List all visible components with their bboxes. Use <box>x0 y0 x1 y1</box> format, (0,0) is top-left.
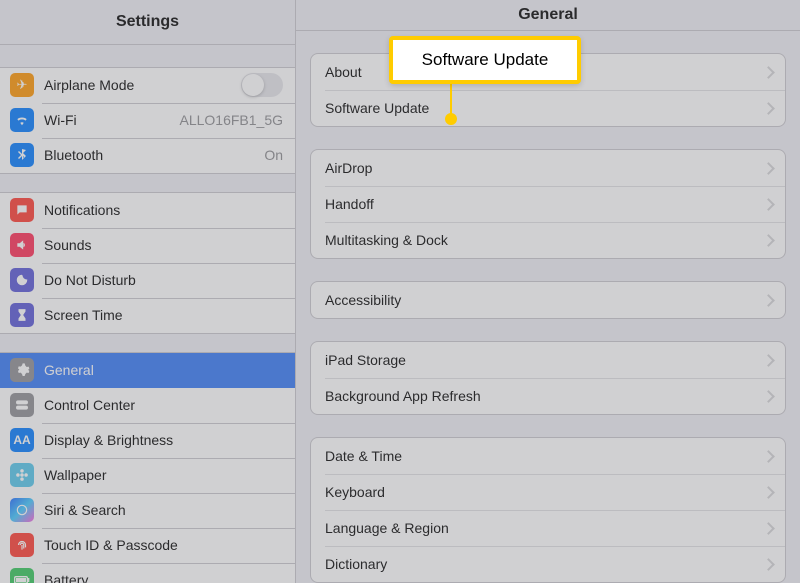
display-icon: AA <box>10 428 34 452</box>
sidebar-group-connectivity: ✈︎ Airplane Mode Wi-Fi ALLO16FB1_5G Blue… <box>0 67 295 174</box>
item-label: iPad Storage <box>325 352 765 368</box>
item-label: Keyboard <box>325 484 765 500</box>
sidebar-item-label: Airplane Mode <box>44 77 241 93</box>
sidebar-group-notifications: Notifications Sounds Do Not Disturb Scre… <box>0 192 295 334</box>
general-item-accessibility[interactable]: Accessibility <box>311 282 785 318</box>
bluetooth-icon <box>10 143 34 167</box>
sidebar-title: Settings <box>0 0 295 45</box>
general-item-keyboard[interactable]: Keyboard <box>311 474 785 510</box>
general-item-multitasking[interactable]: Multitasking & Dock <box>311 222 785 258</box>
sidebar-item-screentime[interactable]: Screen Time <box>0 298 295 333</box>
item-label: Handoff <box>325 196 765 212</box>
item-label: Background App Refresh <box>325 388 765 404</box>
sidebar-item-label: Do Not Disturb <box>44 272 283 288</box>
general-group-storage: iPad Storage Background App Refresh <box>310 341 786 415</box>
sidebar-item-label: Control Center <box>44 397 283 413</box>
hourglass-icon <box>10 303 34 327</box>
main-title: General <box>296 0 800 31</box>
general-group-airdrop: AirDrop Handoff Multitasking & Dock <box>310 149 786 259</box>
chevron-right-icon <box>765 522 773 534</box>
moon-icon <box>10 268 34 292</box>
sidebar-item-label: Touch ID & Passcode <box>44 537 283 553</box>
sidebar-item-label: Notifications <box>44 202 283 218</box>
sidebar-item-label: Sounds <box>44 237 283 253</box>
item-label: Accessibility <box>325 292 765 308</box>
item-label: Date & Time <box>325 448 765 464</box>
sidebar-item-airplane[interactable]: ✈︎ Airplane Mode <box>0 68 295 103</box>
chevron-right-icon <box>765 66 773 78</box>
gear-icon <box>10 358 34 382</box>
sidebar-item-battery[interactable]: Battery <box>0 563 295 583</box>
sidebar-item-label: Display & Brightness <box>44 432 283 448</box>
chevron-right-icon <box>765 450 773 462</box>
chevron-right-icon <box>765 294 773 306</box>
sidebar-item-display[interactable]: AA Display & Brightness <box>0 423 295 458</box>
wifi-detail: ALLO16FB1_5G <box>179 112 283 128</box>
chevron-right-icon <box>765 162 773 174</box>
general-item-dictionary[interactable]: Dictionary <box>311 546 785 582</box>
sidebar-item-siri[interactable]: Siri & Search <box>0 493 295 528</box>
chevron-right-icon <box>765 486 773 498</box>
general-item-storage[interactable]: iPad Storage <box>311 342 785 378</box>
main-content: About Software Update AirDrop Handoff <box>296 31 800 583</box>
general-item-software-update[interactable]: Software Update <box>311 90 785 126</box>
chevron-right-icon <box>765 198 773 210</box>
sidebar-item-touchid[interactable]: Touch ID & Passcode <box>0 528 295 563</box>
sidebar-item-label: Bluetooth <box>44 147 258 163</box>
sidebar-item-sounds[interactable]: Sounds <box>0 228 295 263</box>
airplane-icon: ✈︎ <box>10 73 34 97</box>
bluetooth-detail: On <box>264 147 283 163</box>
chevron-right-icon <box>765 390 773 402</box>
item-label: Dictionary <box>325 556 765 572</box>
siri-icon <box>10 498 34 522</box>
sidebar-item-label: General <box>44 362 283 378</box>
sidebar-item-control-center[interactable]: Control Center <box>0 388 295 423</box>
sidebar-item-bluetooth[interactable]: Bluetooth On <box>0 138 295 173</box>
chevron-right-icon <box>765 558 773 570</box>
flower-icon <box>10 463 34 487</box>
callout-label: Software Update <box>422 50 549 70</box>
item-label: Multitasking & Dock <box>325 232 765 248</box>
general-item-langregion[interactable]: Language & Region <box>311 510 785 546</box>
main-panel: General About Software Update AirDrop <box>296 0 800 583</box>
callout-target-dot <box>445 113 457 125</box>
sidebar-item-label: Siri & Search <box>44 502 283 518</box>
general-group-accessibility: Accessibility <box>310 281 786 319</box>
sidebar-group-general: General Control Center AA Display & Brig… <box>0 352 295 583</box>
fingerprint-icon <box>10 533 34 557</box>
settings-window: Settings ✈︎ Airplane Mode Wi-Fi ALLO16FB… <box>0 0 800 583</box>
sidebar-item-label: Battery <box>44 572 283 583</box>
sidebar-groups: ✈︎ Airplane Mode Wi-Fi ALLO16FB1_5G Blue… <box>0 45 295 583</box>
sidebar: Settings ✈︎ Airplane Mode Wi-Fi ALLO16FB… <box>0 0 296 583</box>
item-label: Software Update <box>325 100 765 116</box>
sidebar-item-label: Screen Time <box>44 307 283 323</box>
battery-icon <box>10 568 34 583</box>
chevron-right-icon <box>765 354 773 366</box>
item-label: Language & Region <box>325 520 765 536</box>
general-item-airdrop[interactable]: AirDrop <box>311 150 785 186</box>
wifi-icon <box>10 108 34 132</box>
sidebar-item-label: Wallpaper <box>44 467 283 483</box>
sidebar-item-wifi[interactable]: Wi-Fi ALLO16FB1_5G <box>0 103 295 138</box>
sidebar-item-wallpaper[interactable]: Wallpaper <box>0 458 295 493</box>
chevron-right-icon <box>765 234 773 246</box>
sidebar-item-dnd[interactable]: Do Not Disturb <box>0 263 295 298</box>
airplane-toggle[interactable] <box>241 73 283 97</box>
callout-bubble: Software Update <box>389 36 581 84</box>
toggle-icon <box>10 393 34 417</box>
sidebar-item-general[interactable]: General <box>0 353 295 388</box>
general-item-bgrefresh[interactable]: Background App Refresh <box>311 378 785 414</box>
notifications-icon <box>10 198 34 222</box>
sidebar-item-label: Wi-Fi <box>44 112 173 128</box>
sidebar-item-notifications[interactable]: Notifications <box>0 193 295 228</box>
general-item-datetime[interactable]: Date & Time <box>311 438 785 474</box>
sounds-icon <box>10 233 34 257</box>
chevron-right-icon <box>765 102 773 114</box>
general-group-datetime: Date & Time Keyboard Language & Region D… <box>310 437 786 583</box>
general-item-handoff[interactable]: Handoff <box>311 186 785 222</box>
item-label: AirDrop <box>325 160 765 176</box>
